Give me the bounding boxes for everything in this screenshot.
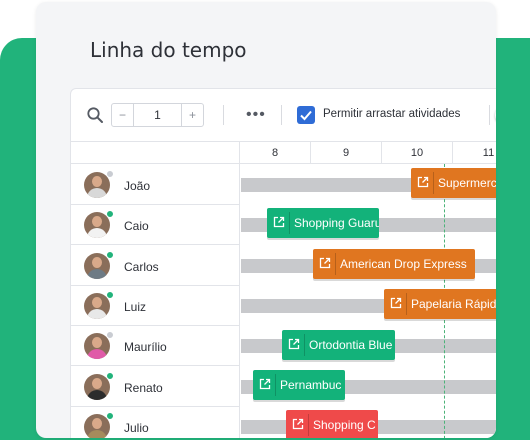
- person-name: Julio: [124, 420, 149, 435]
- hour-header: 8 9 10 11: [240, 142, 496, 164]
- avatar-body: [87, 188, 107, 198]
- hour-label: 10: [382, 142, 453, 164]
- avatar-face: [92, 296, 102, 308]
- toolbar-divider: [281, 105, 282, 125]
- task-bar[interactable]: Supermercado: [411, 168, 496, 198]
- hour-label: 8: [240, 142, 311, 164]
- timeline-card: Linha do tempo − 1 + ••• Permitir arrast…: [36, 2, 496, 438]
- task-bar[interactable]: American Drop Express: [313, 249, 475, 279]
- task-separator: [335, 253, 336, 275]
- status-dot: [106, 210, 114, 219]
- open-external-icon[interactable]: [319, 257, 331, 269]
- task-bar[interactable]: Ortodontia Blue: [282, 330, 395, 360]
- zoom-stepper: − 1 +: [111, 103, 204, 127]
- avatar-face: [92, 216, 102, 228]
- toolbar-divider: [223, 105, 224, 125]
- person-name: Luiz: [124, 299, 147, 314]
- checkmark-icon: [300, 110, 312, 121]
- toolbar: − 1 + ••• Permitir arrastar atividades: [71, 89, 496, 141]
- avatar-face: [92, 417, 102, 429]
- task-separator: [406, 293, 407, 315]
- toggle-switch[interactable]: [495, 106, 496, 124]
- open-external-icon[interactable]: [417, 176, 429, 188]
- status-dot: [106, 371, 114, 380]
- person-row[interactable]: Julio: [71, 407, 240, 438]
- avatar-face: [92, 256, 102, 268]
- avatar-face: [92, 176, 102, 187]
- timeline-panel: − 1 + ••• Permitir arrastar atividades 8…: [70, 88, 496, 438]
- person-name: Carlos: [124, 259, 159, 274]
- task-label: Shopping Guarulhos: [294, 216, 379, 230]
- people-header: [71, 142, 240, 164]
- status-dot: [106, 411, 114, 420]
- avatar-body: [87, 268, 107, 279]
- person-row[interactable]: João: [71, 165, 240, 205]
- avatar-body: [87, 308, 107, 319]
- task-label: Shopping C: [313, 418, 376, 432]
- more-options-icon[interactable]: •••: [246, 106, 266, 124]
- toolbar-divider: [489, 105, 490, 125]
- task-bar[interactable]: Shopping Guarulhos: [267, 208, 379, 238]
- task-separator: [289, 212, 290, 234]
- task-separator: [304, 334, 305, 356]
- avatar-face: [92, 377, 102, 389]
- avatar-face: [92, 337, 102, 349]
- person-name: Renato: [124, 380, 163, 395]
- person-row[interactable]: Renato: [71, 367, 240, 407]
- avatar-body: [87, 349, 107, 360]
- status-dot: [106, 290, 114, 299]
- task-label: Pernambuc: [280, 378, 342, 392]
- avatar-body: [87, 389, 107, 400]
- person-row[interactable]: Caio: [71, 205, 240, 246]
- task-label: Papelaria Rápida: [411, 297, 496, 311]
- open-external-icon[interactable]: [259, 378, 271, 390]
- person-name: João: [124, 179, 151, 193]
- avatar-body: [87, 228, 107, 239]
- person-row[interactable]: Maurílio: [71, 326, 240, 367]
- task-bar[interactable]: Papelaria Rápida: [384, 289, 496, 319]
- open-external-icon[interactable]: [390, 297, 402, 309]
- person-row[interactable]: Carlos: [71, 246, 240, 286]
- task-bar[interactable]: Pernambuc: [253, 370, 345, 400]
- open-external-icon[interactable]: [288, 338, 300, 350]
- zoom-value[interactable]: 1: [134, 104, 181, 126]
- task-label: Ortodontia Blue: [309, 338, 393, 352]
- person-name: Maurílio: [124, 340, 167, 355]
- drag-activities-label: Permitir arrastar atividades: [323, 108, 461, 120]
- drag-activities-checkbox[interactable]: [297, 106, 315, 124]
- toggle-knob: [495, 106, 496, 124]
- person-row[interactable]: Luiz: [71, 286, 240, 326]
- task-label: American Drop Express: [340, 257, 467, 271]
- task-separator: [308, 414, 309, 436]
- status-dot: [106, 250, 114, 259]
- zoom-increase-button[interactable]: +: [181, 104, 203, 126]
- task-separator: [433, 172, 434, 194]
- task-label: Supermercado: [438, 176, 496, 190]
- page-title: Linha do tempo: [90, 38, 247, 62]
- timeline-grid: 8 9 10 11 João Caio Carlos Luiz Maurílio Rena…: [71, 141, 496, 438]
- status-dot: [106, 170, 114, 178]
- hour-label: 9: [311, 142, 382, 164]
- task-bar[interactable]: Shopping C: [286, 410, 378, 438]
- zoom-decrease-button[interactable]: −: [112, 104, 134, 126]
- open-external-icon[interactable]: [292, 418, 304, 430]
- task-separator: [275, 374, 276, 396]
- hour-label: 11: [482, 147, 495, 159]
- open-external-icon[interactable]: [273, 216, 285, 228]
- avatar-body: [87, 429, 107, 438]
- search-icon[interactable]: [86, 106, 104, 124]
- status-dot: [106, 331, 114, 340]
- person-name: Caio: [124, 219, 149, 234]
